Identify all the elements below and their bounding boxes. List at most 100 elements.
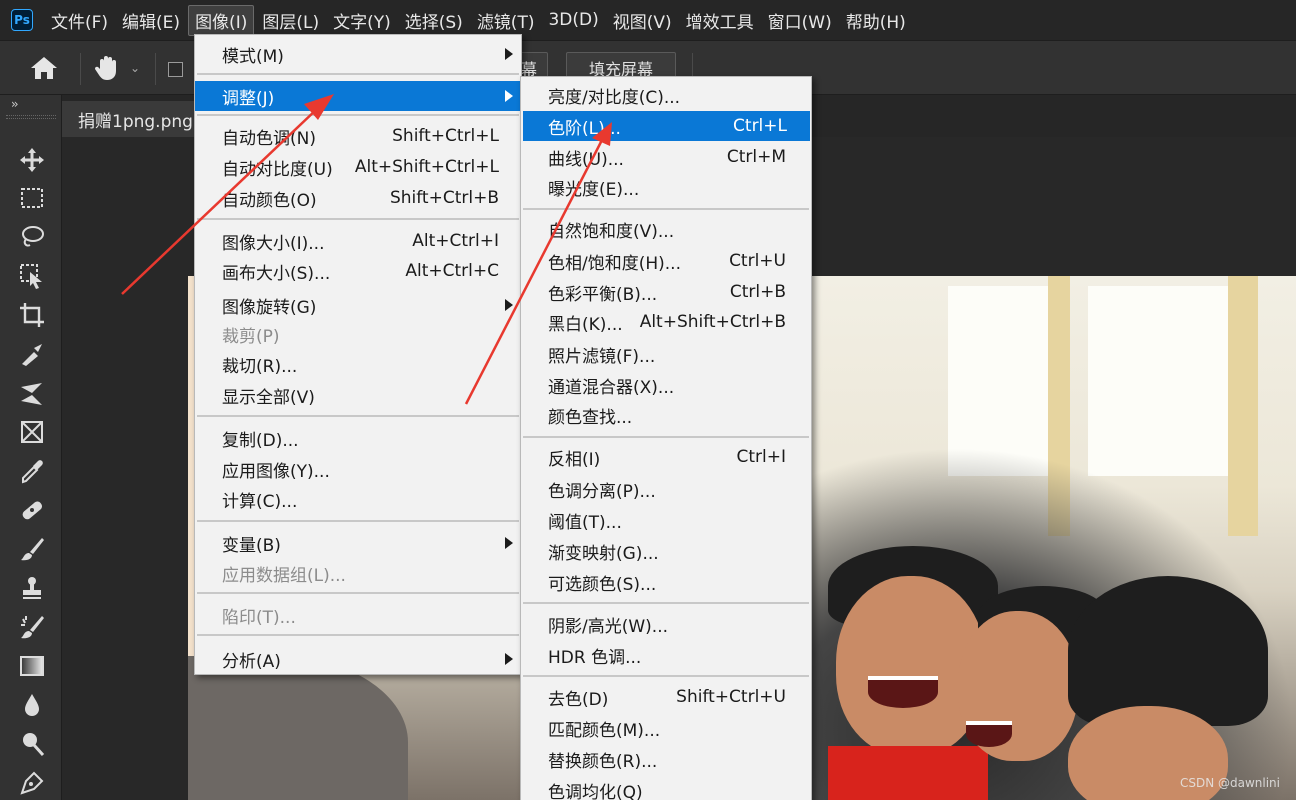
collapse-panel-icon[interactable]: ›› bbox=[11, 97, 18, 111]
watermark: CSDN @dawnlini bbox=[1179, 776, 1280, 790]
menu-separator bbox=[197, 520, 519, 522]
menu-item-threshold[interactable]: 阈值(T)... bbox=[521, 505, 811, 535]
pen-icon[interactable] bbox=[16, 768, 48, 798]
menu-item-replace-color[interactable]: 替换颜色(R)... bbox=[521, 744, 811, 774]
menu-item-desaturate[interactable]: 去色(D) Shift+Ctrl+U bbox=[521, 682, 811, 712]
menu-item-shortcut: Shift+Ctrl+U bbox=[676, 687, 786, 707]
menu-item-gradient-map[interactable]: 渐变映射(G)... bbox=[521, 536, 811, 566]
menu-item-selective-color[interactable]: 可选颜色(S)... bbox=[521, 567, 811, 597]
menu-item-equalize[interactable]: 色调均化(Q) bbox=[521, 775, 811, 800]
menu-item-calculations[interactable]: 计算(C)... bbox=[195, 484, 521, 514]
marquee-icon[interactable] bbox=[16, 183, 48, 213]
document-tab[interactable]: 捐赠1png.png bbox=[62, 101, 196, 137]
menu-separator bbox=[197, 73, 519, 75]
menu-item-reveal-all[interactable]: 显示全部(V) bbox=[195, 380, 521, 410]
history-brush-icon[interactable] bbox=[16, 612, 48, 642]
menu-window[interactable]: 窗口(W) bbox=[762, 6, 838, 35]
move-icon[interactable] bbox=[16, 145, 48, 175]
menu-item-variables[interactable]: 变量(B) bbox=[195, 528, 521, 558]
menu-item-hdr-toning[interactable]: HDR 色调... bbox=[521, 640, 811, 670]
healing-icon[interactable] bbox=[16, 495, 48, 525]
menu-item-shortcut: Ctrl+M bbox=[726, 147, 786, 167]
menu-item-black-white[interactable]: 黑白(K)... Alt+Shift+Ctrl+B bbox=[521, 307, 811, 337]
menu-item-match-color[interactable]: 匹配颜色(M)... bbox=[521, 713, 811, 743]
menu-item-photo-filter[interactable]: 照片滤镜(F)... bbox=[521, 339, 811, 369]
menu-item-label: 图像旋转(G) bbox=[222, 297, 317, 318]
menu-item-label: 去色(D) bbox=[548, 689, 609, 710]
menu-item-channel-mixer[interactable]: 通道混合器(X)... bbox=[521, 370, 811, 400]
hand-tool-icon[interactable] bbox=[92, 53, 122, 83]
crop-icon[interactable] bbox=[16, 300, 48, 330]
scroll-all-windows-checkbox[interactable] bbox=[168, 62, 183, 77]
menu-plugins[interactable]: 增效工具 bbox=[680, 6, 760, 35]
menu-filter[interactable]: 滤镜(T) bbox=[471, 6, 541, 35]
menu-item-trim[interactable]: 裁切(R)... bbox=[195, 349, 521, 379]
menu-item-shortcut: Alt+Ctrl+I bbox=[412, 231, 499, 251]
menu-item-curves[interactable]: 曲线(U)... Ctrl+M bbox=[521, 142, 811, 172]
menu-view[interactable]: 视图(V) bbox=[607, 6, 678, 35]
tool-preset-chevron-icon[interactable]: ⌄ bbox=[130, 61, 140, 75]
menu-item-adjustments[interactable]: 调整(J) bbox=[195, 81, 521, 111]
submenu-arrow-icon bbox=[505, 537, 513, 549]
menu-separator bbox=[523, 208, 809, 210]
dodge-icon[interactable] bbox=[16, 729, 48, 759]
menu-image[interactable]: 图像(I) bbox=[188, 4, 255, 36]
photoshop-window: Ps 文件(F) 编辑(E) 图像(I) 图层(L) 文字(Y) 选择(S) 滤… bbox=[0, 0, 1296, 800]
menu-item-label: 通道混合器(X)... bbox=[548, 377, 675, 398]
menu-item-vibrance[interactable]: 自然饱和度(V)... bbox=[521, 214, 811, 244]
menu-item-posterize[interactable]: 色调分离(P)... bbox=[521, 474, 811, 504]
menu-file[interactable]: 文件(F) bbox=[45, 6, 114, 35]
menu-item-label: 色相/饱和度(H)... bbox=[548, 253, 681, 274]
menu-item-image-size[interactable]: 图像大小(I)... Alt+Ctrl+I bbox=[195, 226, 521, 256]
perspective-icon[interactable] bbox=[16, 378, 48, 408]
menu-separator bbox=[197, 592, 519, 594]
eyedropper-slice-icon[interactable] bbox=[16, 339, 48, 369]
panel-grip[interactable] bbox=[6, 115, 56, 119]
home-icon[interactable] bbox=[28, 55, 60, 81]
submenu-arrow-icon bbox=[505, 90, 513, 102]
menu-item-label: 曝光度(E)... bbox=[548, 179, 640, 200]
menu-item-brightness-contrast[interactable]: 亮度/对比度(C)... bbox=[521, 80, 811, 110]
menu-type[interactable]: 文字(Y) bbox=[327, 6, 397, 35]
menu-item-color-lookup[interactable]: 颜色查找... bbox=[521, 400, 811, 430]
menu-item-label: 可选颜色(S)... bbox=[548, 574, 657, 595]
menu-item-apply-image[interactable]: 应用图像(Y)... bbox=[195, 454, 521, 484]
menu-item-label: 反相(I) bbox=[548, 449, 601, 470]
menu-item-image-rotation[interactable]: 图像旋转(G) bbox=[195, 290, 521, 320]
menu-item-analysis[interactable]: 分析(A) bbox=[195, 644, 521, 674]
menu-help[interactable]: 帮助(H) bbox=[840, 6, 912, 35]
menu-select[interactable]: 选择(S) bbox=[399, 6, 469, 35]
menu-layer[interactable]: 图层(L) bbox=[256, 6, 325, 35]
blur-icon[interactable] bbox=[16, 690, 48, 720]
menu-item-auto-color[interactable]: 自动颜色(O) Shift+Ctrl+B bbox=[195, 183, 521, 213]
menu-separator bbox=[197, 218, 519, 220]
menu-item-auto-contrast[interactable]: 自动对比度(U) Alt+Shift+Ctrl+L bbox=[195, 152, 521, 182]
menu-separator bbox=[523, 602, 809, 604]
object-select-icon[interactable] bbox=[16, 261, 48, 291]
menu-edit[interactable]: 编辑(E) bbox=[116, 6, 186, 35]
menu-item-invert[interactable]: 反相(I) Ctrl+I bbox=[521, 442, 811, 472]
menu-item-mode[interactable]: 模式(M) bbox=[195, 39, 521, 69]
stamp-icon[interactable] bbox=[16, 573, 48, 603]
menu-3d[interactable]: 3D(D) bbox=[542, 8, 604, 32]
menu-item-shadows-highlights[interactable]: 阴影/高光(W)... bbox=[521, 609, 811, 639]
menu-item-canvas-size[interactable]: 画布大小(S)... Alt+Ctrl+C bbox=[195, 256, 521, 286]
gradient-icon[interactable] bbox=[16, 651, 48, 681]
menu-item-levels[interactable]: 色阶(L)... Ctrl+L bbox=[523, 111, 810, 141]
menu-item-shortcut: Shift+Ctrl+L bbox=[392, 126, 499, 146]
menu-item-auto-tone[interactable]: 自动色调(N) Shift+Ctrl+L bbox=[195, 121, 521, 151]
menu-item-hue-saturation[interactable]: 色相/饱和度(H)... Ctrl+U bbox=[521, 246, 811, 276]
lasso-icon[interactable] bbox=[16, 222, 48, 252]
menu-item-exposure[interactable]: 曝光度(E)... bbox=[521, 172, 811, 202]
eyedropper-icon[interactable] bbox=[16, 456, 48, 486]
submenu-arrow-icon bbox=[505, 299, 513, 311]
menu-item-label: 自动对比度(U) bbox=[222, 159, 333, 180]
menu-item-label: 阴影/高光(W)... bbox=[548, 616, 669, 637]
frame-icon[interactable] bbox=[16, 417, 48, 447]
brush-icon[interactable] bbox=[16, 534, 48, 564]
menu-item-duplicate[interactable]: 复制(D)... bbox=[195, 423, 521, 453]
photo-child-hair bbox=[1068, 576, 1268, 726]
photo-child-mouth bbox=[966, 721, 1012, 747]
menu-item-color-balance[interactable]: 色彩平衡(B)... Ctrl+B bbox=[521, 277, 811, 307]
options-separator bbox=[155, 53, 156, 85]
